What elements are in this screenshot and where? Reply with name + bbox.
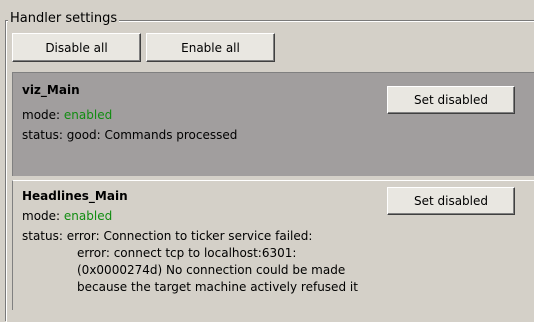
mode-label: mode: xyxy=(22,209,61,223)
handler-panel-headlines-main[interactable]: Headlines_Main mode: enabled status: err… xyxy=(12,180,534,310)
handler-panel-viz-main[interactable]: viz_Main mode: enabled status: good: Com… xyxy=(12,72,534,176)
groupbox-title: Handler settings xyxy=(8,11,120,27)
mode-value: enabled xyxy=(63,108,113,122)
set-disabled-button[interactable]: Set disabled xyxy=(387,187,515,215)
status-label: status: xyxy=(22,229,63,243)
handler-name: viz_Main xyxy=(22,83,80,97)
set-disabled-button[interactable]: Set disabled xyxy=(387,86,515,114)
status-label: status: xyxy=(22,128,63,142)
status-line: error: connect tcp to localhost:6301: xyxy=(77,246,297,260)
mode-value: enabled xyxy=(63,209,113,223)
mode-label: mode: xyxy=(22,108,61,122)
handler-mode-row: mode: enabled xyxy=(22,107,112,123)
handler-status-row: status: error: Connection to ticker serv… xyxy=(22,228,312,244)
enable-all-button[interactable]: Enable all xyxy=(146,33,275,62)
disable-all-button[interactable]: Disable all xyxy=(12,33,141,62)
status-line: good: Commands processed xyxy=(66,128,238,142)
status-line: because the target machine actively refu… xyxy=(77,280,358,294)
handler-status-row: status: good: Commands processed xyxy=(22,127,237,143)
status-line: error: Connection to ticker service fail… xyxy=(66,229,313,243)
handler-mode-row: mode: enabled xyxy=(22,208,112,224)
status-line: (0x0000274d) No connection could be made xyxy=(77,263,346,277)
handler-name: Headlines_Main xyxy=(22,189,128,203)
